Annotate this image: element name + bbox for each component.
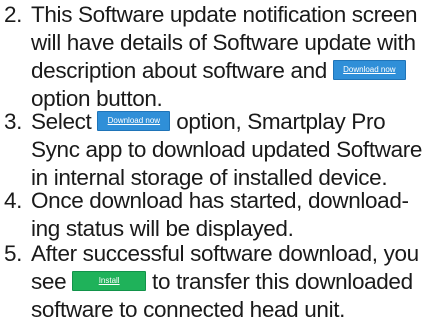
step-number: 5. xyxy=(4,241,23,266)
step-text-line-with-button: see Install to transfer this downloaded xyxy=(31,269,413,294)
step-text-line-with-button: description about software and Download … xyxy=(31,58,406,83)
step-text-line: Sync app to download updated Software xyxy=(31,137,423,162)
step-text-line-with-button: Select Download now option, Smartplay Pr… xyxy=(31,109,386,134)
instruction-document: 2. This Software update notification scr… xyxy=(0,0,432,322)
step-number: 2. xyxy=(4,2,23,27)
step-text-line: in internal storage of installed device. xyxy=(31,165,388,190)
step-text-fragment: option, Smartplay Pro xyxy=(176,109,386,134)
download-now-button[interactable]: Download now xyxy=(332,60,406,81)
step-text-line: Once download has started, download- xyxy=(31,188,409,213)
step-text-line: ing status will be displayed. xyxy=(31,216,294,241)
step-text-line: After successful software download, you xyxy=(31,241,419,266)
step-text-fragment: description about software and xyxy=(31,58,327,83)
step-text-line: This Software update notification screen xyxy=(31,2,418,27)
step-text-fragment: to transfer this downloaded xyxy=(152,269,413,294)
step-text-line: option button. xyxy=(31,86,163,111)
step-text-fragment: Select xyxy=(31,109,92,134)
step-number: 3. xyxy=(4,109,23,134)
step-number: 4. xyxy=(4,188,23,213)
step-text-line: will have details of Software update wit… xyxy=(31,30,416,55)
download-now-button[interactable]: Download now xyxy=(97,111,171,132)
install-button[interactable]: Install xyxy=(72,271,147,292)
step-text-fragment: see xyxy=(31,269,67,294)
